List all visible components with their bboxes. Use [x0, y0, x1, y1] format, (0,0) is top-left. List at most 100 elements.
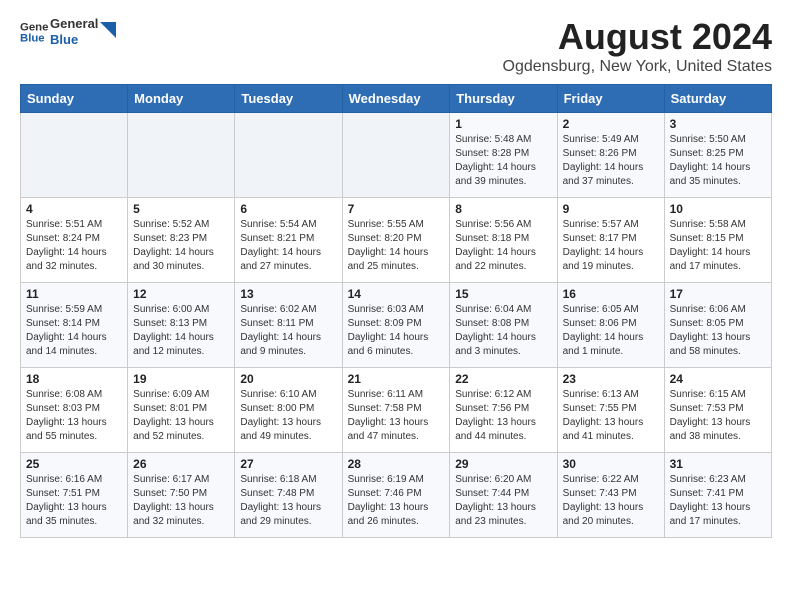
day-info: Sunrise: 5:51 AM Sunset: 8:24 PM Dayligh… [26, 218, 122, 274]
day-info: Sunrise: 5:58 AM Sunset: 8:15 PM Dayligh… [670, 218, 766, 274]
calendar-week-row: 11 Sunrise: 5:59 AM Sunset: 8:14 PM Dayli… [21, 283, 772, 368]
day-number: 3 [670, 117, 766, 131]
day-info: Sunrise: 5:57 AM Sunset: 8:17 PM Dayligh… [563, 218, 659, 274]
day-number: 31 [670, 457, 766, 471]
logo-triangle-icon [100, 22, 116, 42]
calendar-cell: 31 Sunrise: 6:23 AM Sunset: 7:41 PM Dayli… [664, 453, 771, 538]
day-info: Sunrise: 5:50 AM Sunset: 8:25 PM Dayligh… [670, 133, 766, 189]
day-info: Sunrise: 6:10 AM Sunset: 8:00 PM Dayligh… [240, 388, 336, 444]
calendar-cell [235, 113, 342, 198]
day-info: Sunrise: 6:13 AM Sunset: 7:55 PM Dayligh… [563, 388, 659, 444]
day-info: Sunrise: 6:02 AM Sunset: 8:11 PM Dayligh… [240, 303, 336, 359]
day-info: Sunrise: 5:49 AM Sunset: 8:26 PM Dayligh… [563, 133, 659, 189]
day-info: Sunrise: 6:23 AM Sunset: 7:41 PM Dayligh… [670, 473, 766, 529]
calendar-table: SundayMondayTuesdayWednesdayThursdayFrid… [20, 84, 772, 538]
day-info: Sunrise: 5:59 AM Sunset: 8:14 PM Dayligh… [26, 303, 122, 359]
calendar-cell: 29 Sunrise: 6:20 AM Sunset: 7:44 PM Dayli… [450, 453, 557, 538]
day-number: 26 [133, 457, 229, 471]
day-info: Sunrise: 6:08 AM Sunset: 8:03 PM Dayligh… [26, 388, 122, 444]
svg-text:General: General [20, 21, 48, 33]
calendar-cell: 13 Sunrise: 6:02 AM Sunset: 8:11 PM Dayli… [235, 283, 342, 368]
day-number: 28 [348, 457, 445, 471]
day-number: 15 [455, 287, 551, 301]
day-info: Sunrise: 6:22 AM Sunset: 7:43 PM Dayligh… [563, 473, 659, 529]
title-block: August 2024 Ogdensburg, New York, United… [503, 16, 773, 76]
calendar-cell: 2Sunrise: 5:49 AM Sunset: 8:26 PM Daylig… [557, 113, 664, 198]
day-info: Sunrise: 5:54 AM Sunset: 8:21 PM Dayligh… [240, 218, 336, 274]
calendar-header-row: SundayMondayTuesdayWednesdayThursdayFrid… [21, 85, 772, 113]
calendar-cell: 9 Sunrise: 5:57 AM Sunset: 8:17 PM Daylig… [557, 198, 664, 283]
day-info: Sunrise: 6:17 AM Sunset: 7:50 PM Dayligh… [133, 473, 229, 529]
day-number: 1 [455, 117, 551, 131]
calendar-header-tuesday: Tuesday [235, 85, 342, 113]
day-number: 17 [670, 287, 766, 301]
calendar-header-sunday: Sunday [21, 85, 128, 113]
day-info: Sunrise: 6:16 AM Sunset: 7:51 PM Dayligh… [26, 473, 122, 529]
day-number: 30 [563, 457, 659, 471]
day-number: 14 [348, 287, 445, 301]
day-info: Sunrise: 6:19 AM Sunset: 7:46 PM Dayligh… [348, 473, 445, 529]
day-info: Sunrise: 6:00 AM Sunset: 8:13 PM Dayligh… [133, 303, 229, 359]
day-info: Sunrise: 6:12 AM Sunset: 7:56 PM Dayligh… [455, 388, 551, 444]
calendar-cell: 5 Sunrise: 5:52 AM Sunset: 8:23 PM Daylig… [128, 198, 235, 283]
logo-general: General [50, 16, 98, 32]
calendar-header-thursday: Thursday [450, 85, 557, 113]
day-info: Sunrise: 6:05 AM Sunset: 8:06 PM Dayligh… [563, 303, 659, 359]
calendar-cell [342, 113, 450, 198]
calendar-cell: 4 Sunrise: 5:51 AM Sunset: 8:24 PM Daylig… [21, 198, 128, 283]
day-info: Sunrise: 6:04 AM Sunset: 8:08 PM Dayligh… [455, 303, 551, 359]
day-info: Sunrise: 5:52 AM Sunset: 8:23 PM Dayligh… [133, 218, 229, 274]
calendar-cell: 19 Sunrise: 6:09 AM Sunset: 8:01 PM Dayli… [128, 368, 235, 453]
day-number: 4 [26, 202, 122, 216]
calendar-cell: 26 Sunrise: 6:17 AM Sunset: 7:50 PM Dayli… [128, 453, 235, 538]
calendar-cell [21, 113, 128, 198]
calendar-cell: 16 Sunrise: 6:05 AM Sunset: 8:06 PM Dayli… [557, 283, 664, 368]
calendar-cell: 28 Sunrise: 6:19 AM Sunset: 7:46 PM Dayli… [342, 453, 450, 538]
day-info: Sunrise: 6:11 AM Sunset: 7:58 PM Dayligh… [348, 388, 445, 444]
page-title: August 2024 [503, 16, 773, 58]
day-info: Sunrise: 5:56 AM Sunset: 8:18 PM Dayligh… [455, 218, 551, 274]
calendar-cell: 10 Sunrise: 5:58 AM Sunset: 8:15 PM Dayli… [664, 198, 771, 283]
day-number: 24 [670, 372, 766, 386]
day-number: 10 [670, 202, 766, 216]
calendar-cell [128, 113, 235, 198]
day-info: Sunrise: 6:20 AM Sunset: 7:44 PM Dayligh… [455, 473, 551, 529]
calendar-header-saturday: Saturday [664, 85, 771, 113]
day-number: 8 [455, 202, 551, 216]
day-number: 9 [563, 202, 659, 216]
day-number: 13 [240, 287, 336, 301]
day-number: 18 [26, 372, 122, 386]
calendar-cell: 22 Sunrise: 6:12 AM Sunset: 7:56 PM Dayli… [450, 368, 557, 453]
calendar-cell: 14Sunrise: 6:03 AM Sunset: 8:09 PM Dayli… [342, 283, 450, 368]
day-number: 23 [563, 372, 659, 386]
day-number: 16 [563, 287, 659, 301]
day-number: 29 [455, 457, 551, 471]
day-number: 7 [348, 202, 445, 216]
calendar-week-row: 4 Sunrise: 5:51 AM Sunset: 8:24 PM Daylig… [21, 198, 772, 283]
calendar-cell: 20Sunrise: 6:10 AM Sunset: 8:00 PM Dayli… [235, 368, 342, 453]
day-number: 11 [26, 287, 122, 301]
day-number: 6 [240, 202, 336, 216]
calendar-cell: 12 Sunrise: 6:00 AM Sunset: 8:13 PM Dayli… [128, 283, 235, 368]
calendar-cell: 7Sunrise: 5:55 AM Sunset: 8:20 PM Daylig… [342, 198, 450, 283]
day-info: Sunrise: 6:18 AM Sunset: 7:48 PM Dayligh… [240, 473, 336, 529]
calendar-cell: 18 Sunrise: 6:08 AM Sunset: 8:03 PM Dayli… [21, 368, 128, 453]
page-header: General Blue General Blue August 2024 Og… [20, 16, 772, 76]
calendar-cell: 23 Sunrise: 6:13 AM Sunset: 7:55 PM Dayli… [557, 368, 664, 453]
day-info: Sunrise: 5:48 AM Sunset: 8:28 PM Dayligh… [455, 133, 551, 189]
calendar-cell: 6 Sunrise: 5:54 AM Sunset: 8:21 PM Daylig… [235, 198, 342, 283]
day-number: 12 [133, 287, 229, 301]
day-number: 22 [455, 372, 551, 386]
calendar-header-monday: Monday [128, 85, 235, 113]
logo-blue: Blue [50, 32, 98, 48]
day-info: Sunrise: 6:15 AM Sunset: 7:53 PM Dayligh… [670, 388, 766, 444]
calendar-cell: 1 Sunrise: 5:48 AM Sunset: 8:28 PM Daylig… [450, 113, 557, 198]
calendar-cell: 15 Sunrise: 6:04 AM Sunset: 8:08 PM Dayli… [450, 283, 557, 368]
day-number: 21 [348, 372, 445, 386]
calendar-week-row: 25Sunrise: 6:16 AM Sunset: 7:51 PM Dayli… [21, 453, 772, 538]
day-number: 19 [133, 372, 229, 386]
day-info: Sunrise: 6:09 AM Sunset: 8:01 PM Dayligh… [133, 388, 229, 444]
calendar-cell: 30 Sunrise: 6:22 AM Sunset: 7:43 PM Dayli… [557, 453, 664, 538]
calendar-cell: 24 Sunrise: 6:15 AM Sunset: 7:53 PM Dayli… [664, 368, 771, 453]
day-number: 5 [133, 202, 229, 216]
